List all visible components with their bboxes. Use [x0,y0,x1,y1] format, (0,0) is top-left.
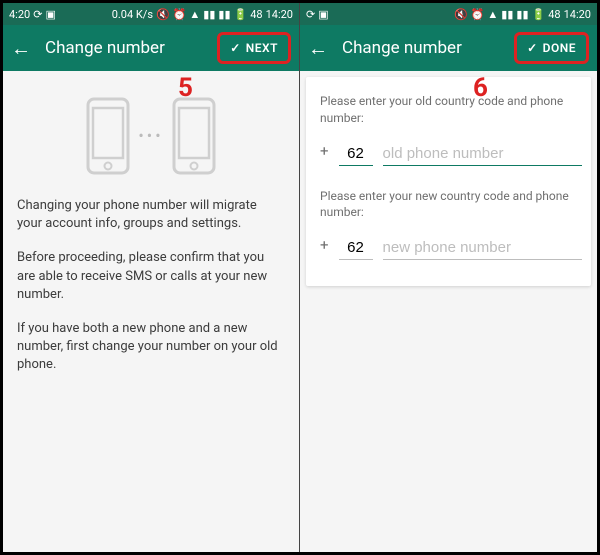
landscape-icon: ▣ [45,9,55,20]
signal-icon: ▮▮ [218,9,230,20]
old-number-label: Please enter your old country code and p… [320,93,577,127]
pane-step6: ⟳ ▣ 🔇 ⏰ ▲ ▮▮ ▮▮ 🔋 48 14:20 ← Change numb… [300,3,597,552]
status-bar: 4:20 ⟳ ▣ 0.04 K/s 🔇 ⏰ ▲ ▮▮ ▮▮ 🔋 48 14:20 [3,3,299,25]
sync-icon: ⟳ [306,9,315,20]
content-area: ••• Changing your phone number will migr… [3,71,299,552]
signal-icon: ▮▮ [516,9,528,20]
dots-icon: ••• [138,125,163,147]
net-speed: 0.04 K/s [112,9,153,20]
app-bar: ← Change number ✓ NEXT [3,25,299,71]
new-country-code-input[interactable] [339,239,373,260]
new-number-row: + [320,235,577,260]
info-para-2: Before proceeding, please confirm that y… [17,249,285,304]
wifi-icon: ▲ [487,9,498,20]
old-phone-input[interactable] [383,145,582,166]
check-icon: ✓ [230,41,241,55]
time-left: 4:20 [9,9,30,20]
step-annotation-6: 6 [473,73,488,103]
battery-icon: 🔋 [234,9,248,20]
status-bar: ⟳ ▣ 🔇 ⏰ ▲ ▮▮ ▮▮ 🔋 48 14:20 [300,3,597,25]
phone-icon [172,97,216,175]
new-phone-input[interactable] [383,239,582,260]
signal-icon: ▮▮ [203,9,215,20]
wifi-icon: ▲ [189,9,200,20]
landscape-icon: ▣ [318,9,328,20]
plus-icon: + [320,235,329,260]
check-icon: ✓ [527,41,538,55]
alarm-icon: ⏰ [471,9,485,20]
page-title: Change number [342,38,500,58]
battery-pct: 48 [250,9,262,20]
sync-icon: ⟳ [33,9,42,20]
new-number-label: Please enter your new country code and p… [320,188,577,222]
pane-step5: 4:20 ⟳ ▣ 0.04 K/s 🔇 ⏰ ▲ ▮▮ ▮▮ 🔋 48 14:20… [3,3,300,552]
plus-icon: + [320,141,329,166]
number-form-card: Please enter your old country code and p… [306,77,591,286]
mute-icon: 🔇 [454,9,468,20]
old-country-code-input[interactable] [339,145,373,166]
next-button[interactable]: ✓ NEXT [217,32,291,64]
phones-illustration: ••• [17,97,285,175]
next-label: NEXT [246,41,278,55]
step-annotation-5: 5 [178,73,193,103]
content-area: Please enter your old country code and p… [300,71,597,552]
time-right: 14:20 [564,9,591,20]
mute-icon: 🔇 [156,9,170,20]
back-icon[interactable]: ← [308,38,328,58]
time-right: 14:20 [266,9,293,20]
done-button[interactable]: ✓ DONE [514,32,589,64]
info-para-3: If you have both a new phone and a new n… [17,320,285,375]
app-bar: ← Change number ✓ DONE [300,25,597,71]
phone-icon [86,97,130,175]
battery-pct: 48 [548,9,560,20]
old-number-row: + [320,141,577,166]
signal-icon: ▮▮ [501,9,513,20]
alarm-icon: ⏰ [173,9,187,20]
page-title: Change number [45,38,203,58]
info-para-1: Changing your phone number will migrate … [17,197,285,233]
back-icon[interactable]: ← [11,38,31,58]
battery-icon: 🔋 [532,9,546,20]
done-label: DONE [543,41,576,55]
